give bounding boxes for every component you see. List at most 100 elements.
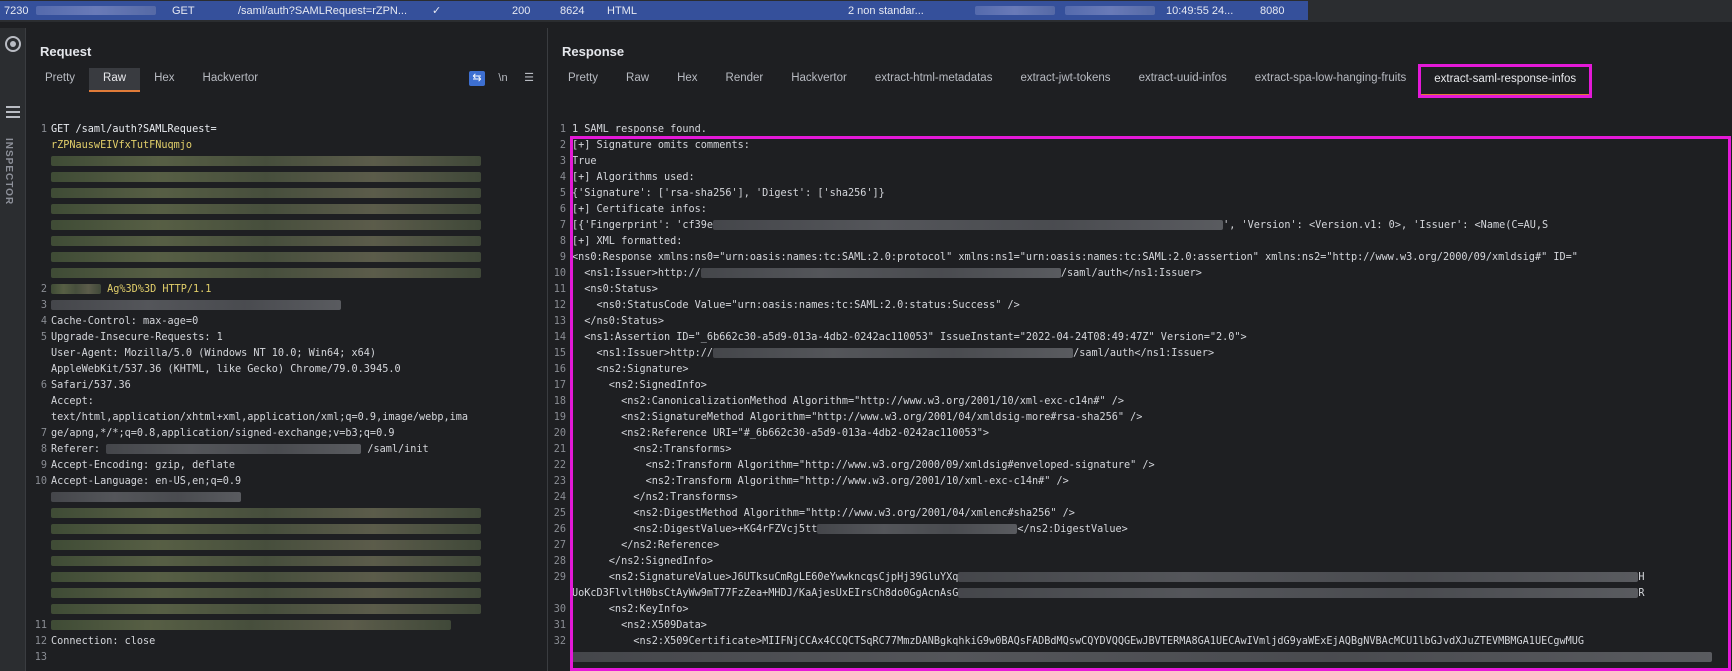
line-number: 1 [559,124,566,135]
req-accept-3: ge/apng,*/*;q=0.8,application/signed-exc… [51,428,395,439]
redacted-certificate [572,666,1712,671]
response-line-text: <ns2:Reference URI="#_6b662c30-a5d9-013a… [572,428,990,439]
row-status: 200 [512,4,531,17]
response-line: <ns2:SignatureValue>J6UTksuCmRgLE60eYwwk… [572,570,1645,586]
redacted-host [106,444,362,454]
response-line: <ns2:DigestMethod Algorithm="http://www.… [572,506,1075,522]
response-line-text-end: /saml/auth</ns1:Issuer> [1060,268,1202,279]
row-url: /saml/auth?SAMLRequest=rZPN... [238,4,408,17]
response-tabs: Pretty Raw Hex Render Hackvertor extract… [554,64,1593,98]
response-line: <ns2:Signature> [572,362,689,378]
tab-hackvertor[interactable]: Hackvertor [777,68,861,92]
redacted-block [51,524,481,534]
response-line: </ns2:SignedInfo> [572,554,713,570]
response-line: UoKcD3FlvltH0bsCtAyWw9mT77FzZea+MHDJ/KaA… [572,586,1645,602]
row-id: 7230 [4,4,29,17]
response-editor[interactable]: 1 1 SAML response found. 2 [+] Signature om… [550,94,1732,671]
response-line-text: [+] Certificate infos: [572,204,707,215]
line-number: 9 [559,252,566,263]
tab-extract-jwt-tokens[interactable]: extract-jwt-tokens [1006,68,1124,92]
response-line: <ns0:Response xmlns:ns0="urn:oasis:names… [572,250,1578,266]
response-line-text: <ns2:CanonicalizationMethod Algorithm="h… [572,396,1125,407]
row-comment: 2 non standar... [848,4,924,17]
tab-raw[interactable]: Raw [612,68,663,92]
response-line: True [572,154,597,170]
redacted-block [51,588,481,598]
line-number: 20 [553,428,566,439]
line-number: 26 [553,524,566,535]
tab-extract-html-metadatas[interactable]: extract-html-metadatas [861,68,1007,92]
tab-render[interactable]: Render [712,68,778,92]
line-number: 25 [553,508,566,519]
response-line-text: <ns2:X509Certificate>MIIFNjCCAx4CCQCTSqR… [572,636,1585,647]
request-pane: Request Pretty Raw Hex Hackvertor ⇆ \n ☰… [27,28,548,671]
line-number: 2 [559,140,566,151]
line-number: 32 [553,636,566,647]
wrap-icon[interactable]: ⇆ [469,71,485,86]
line-number: 17 [553,380,566,391]
tab-pretty[interactable]: Pretty [554,68,612,92]
inspector-strip: INSPECTOR [0,28,26,671]
menu-icon[interactable] [6,106,20,121]
req-user-agent-3: Safari/537.36 [51,380,131,391]
row-check: ✓ [432,5,442,17]
redacted-block [51,156,481,166]
response-line-text: <ns2:Signature> [572,364,689,375]
response-line-text: 1 SAML response found. [572,124,707,135]
redacted-ip [975,6,1055,15]
redacted-block [51,540,481,550]
redacted-block [51,172,481,182]
history-row-selected[interactable]: 7230 GET /saml/auth?SAMLRequest=rZPN... … [0,1,1308,20]
tab-raw[interactable]: Raw [89,68,141,92]
tab-hex[interactable]: Hex [663,68,711,92]
newline-toggle[interactable]: \n [495,71,511,86]
tab-extract-saml-response-infos[interactable]: extract-saml-response-infos [1418,64,1593,98]
response-line: <ns2:X509Data> [572,618,707,634]
response-line-text: </ns2:SignedInfo> [572,556,714,567]
redacted-block [51,508,481,518]
response-line-text-end: R [1638,588,1645,599]
response-pane: Response Pretty Raw Hex Render Hackverto… [550,28,1732,671]
line-number: 10 [553,268,566,279]
line-number: 22 [553,460,566,471]
line-number: 27 [553,540,566,551]
tab-pretty[interactable]: Pretty [31,68,89,92]
response-line-text: <ns2:Transform Algorithm="http://www.w3.… [572,476,1069,487]
redacted-block [51,604,481,614]
response-line-text: [+] Signature omits comments: [572,140,750,151]
redacted-block [51,268,481,278]
response-line: <ns1:Issuer>http:// /saml/auth</ns1:Issue… [572,266,1202,282]
response-line: <ns2:X509Certificate>MIIFNjCCAx4CCQCTSqR… [572,634,1584,650]
line-number: 23 [553,476,566,487]
response-line: <ns2:Transform Algorithm="http://www.w3.… [572,474,1069,490]
response-line-text: <ns2:SignedInfo> [572,380,707,391]
tab-hackvertor[interactable]: Hackvertor [189,68,273,92]
row-length: 8624 [560,4,585,17]
response-line: <ns2:Reference URI="#_6b662c30-a5d9-013a… [572,426,989,442]
redacted-ip [1065,6,1155,15]
response-line: 1 SAML response found. [572,122,707,138]
tab-extract-spa-low-hanging-fruits[interactable]: extract-spa-low-hanging-fruits [1241,68,1420,92]
redacted-value [958,572,1639,582]
response-line-text: <ns2:SignatureMethod Algorithm="http://w… [572,412,1143,423]
response-line-text: <ns2:KeyInfo> [572,604,689,615]
req-user-agent: User-Agent: Mozilla/5.0 (Windows NT 10.0… [51,348,377,359]
tab-extract-uuid-infos[interactable]: extract-uuid-infos [1125,68,1241,92]
line-number: 13 [553,316,566,327]
redacted-block [51,620,451,630]
line-number: 12 [553,300,566,311]
response-line: <ns2:CanonicalizationMethod Algorithm="h… [572,394,1124,410]
menu-icon[interactable]: ☰ [521,71,537,86]
inspector-label[interactable]: INSPECTOR [3,138,14,205]
request-toolbar: ⇆ \n ☰ [469,71,537,86]
response-line: <ns2:KeyInfo> [572,602,689,618]
response-line-text: <ns2:X509Data> [572,620,707,631]
tab-hex[interactable]: Hex [140,68,188,92]
row-time: 10:49:55 24... [1166,4,1234,17]
response-line: [+] Signature omits comments: [572,138,750,154]
response-line-text: <ns0:StatusCode Value="urn:oasis:names:t… [572,300,1020,311]
request-editor[interactable]: 1 2 3 4 5 6 7 8 9 10 11 12 13 GET /saml/… [27,94,547,671]
gear-icon[interactable] [5,36,21,52]
response-line-text: UoKcD3FlvltH0bsCtAyWw9mT77FzZea+MHDJ/KaA… [572,588,959,599]
line-number: 29 [553,572,566,583]
